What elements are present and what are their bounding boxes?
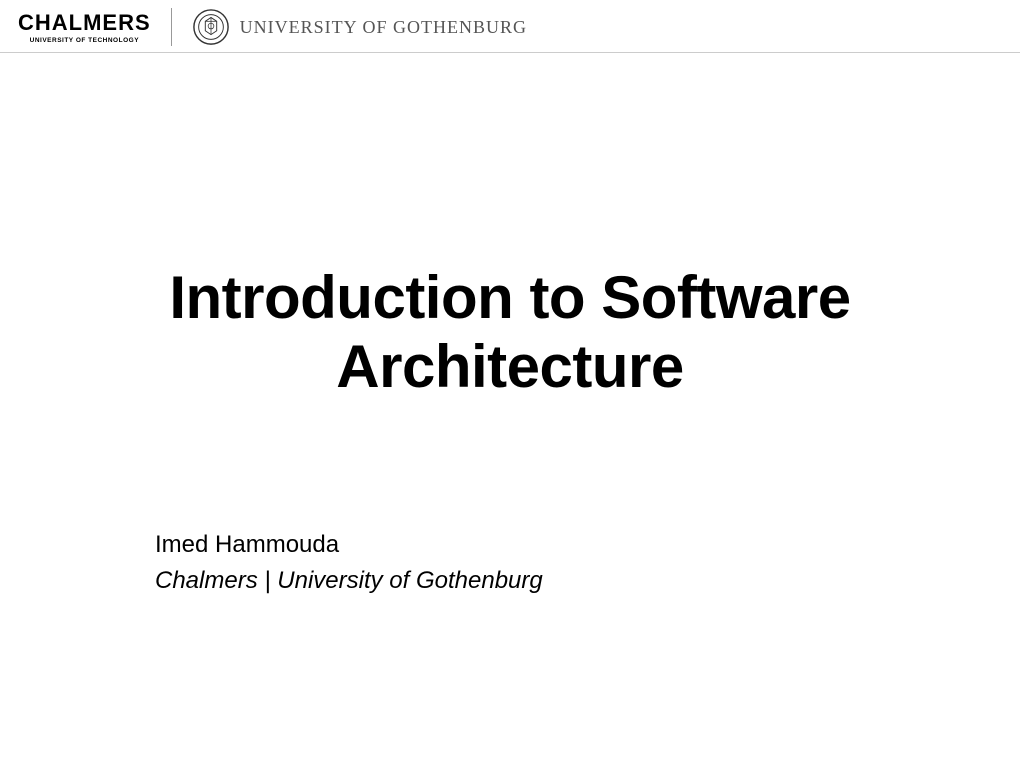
author-block: Imed Hammouda Chalmers | University of G…	[155, 531, 1020, 595]
slide-header: CHALMERS UNIVERSITY OF TECHNOLOGY UNIVER…	[0, 0, 1020, 53]
slide-content: Introduction to Software Architecture Im…	[0, 263, 1020, 595]
gothenburg-wordmark: UNIVERSITY OF GOTHENBURG	[240, 17, 527, 38]
author-affiliation: Chalmers | University of Gothenburg	[155, 567, 1020, 595]
gothenburg-logo-block: UNIVERSITY OF GOTHENBURG	[192, 8, 527, 46]
gothenburg-seal-icon	[192, 8, 230, 46]
author-name: Imed Hammouda	[155, 531, 1020, 559]
chalmers-wordmark: CHALMERS	[18, 10, 151, 36]
header-divider	[171, 8, 172, 46]
slide-title: Introduction to Software Architecture	[0, 263, 1020, 401]
chalmers-subtitle: UNIVERSITY OF TECHNOLOGY	[30, 37, 139, 44]
chalmers-logo-block: CHALMERS UNIVERSITY OF TECHNOLOGY	[18, 10, 151, 44]
